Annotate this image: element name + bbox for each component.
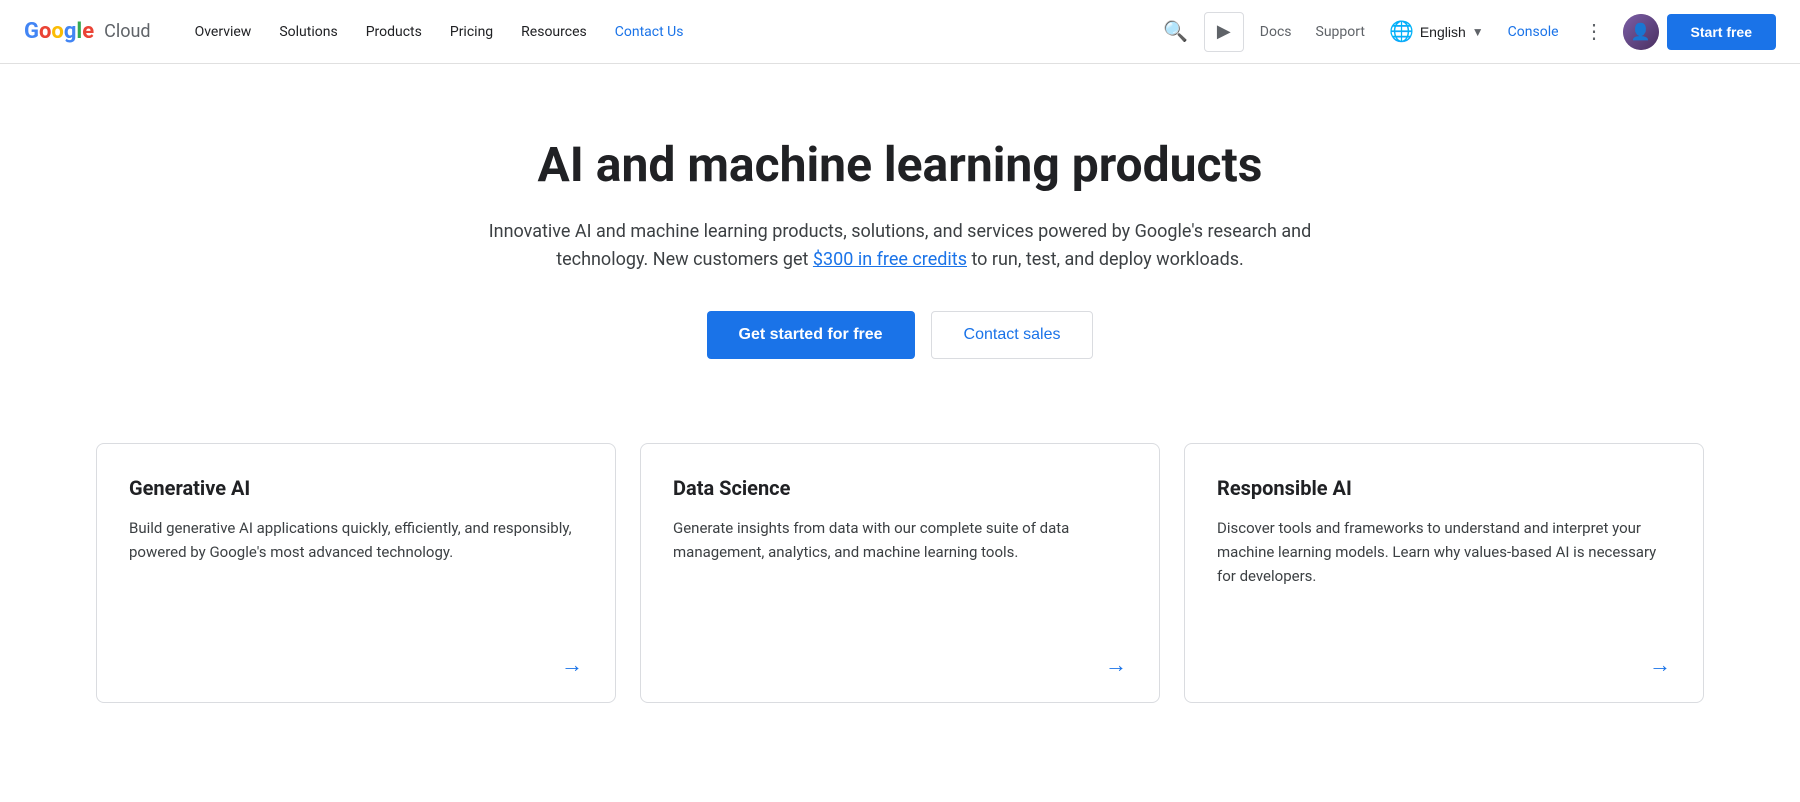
card-responsible-ai-desc: Discover tools and frameworks to underst… xyxy=(1217,516,1671,628)
hero-desc-after: to run, test, and deploy workloads. xyxy=(967,249,1244,270)
contact-sales-button[interactable]: Contact sales xyxy=(931,311,1094,359)
language-button[interactable]: 🌐 English ▼ xyxy=(1381,13,1492,50)
nav-contact-us[interactable]: Contact Us xyxy=(603,16,696,48)
cloud-shell-button[interactable]: ▶ xyxy=(1204,12,1244,52)
docs-link[interactable]: Docs xyxy=(1252,18,1300,46)
search-button[interactable]: 🔍 xyxy=(1156,12,1196,52)
chevron-down-icon: ▼ xyxy=(1472,25,1484,39)
logo[interactable]: G o o g l e Cloud xyxy=(24,19,151,44)
hero-section: AI and machine learning products Innovat… xyxy=(0,64,1800,419)
terminal-icon: ▶ xyxy=(1217,21,1231,42)
card-responsible-ai: Responsible AI Discover tools and framew… xyxy=(1184,443,1704,703)
nav-right: 🔍 ▶ Docs Support 🌐 English ▼ Console ⋮ 👤… xyxy=(1156,12,1776,52)
support-link[interactable]: Support xyxy=(1308,18,1373,46)
get-started-button[interactable]: Get started for free xyxy=(707,311,915,359)
console-link[interactable]: Console xyxy=(1500,18,1567,46)
navbar: G o o g l e Cloud Overview Solutions Pro… xyxy=(0,0,1800,64)
search-icon: 🔍 xyxy=(1163,19,1188,44)
card-responsible-ai-title: Responsible AI xyxy=(1217,476,1671,500)
card-generative-ai: Generative AI Build generative AI applic… xyxy=(96,443,616,703)
nav-links: Overview Solutions Products Pricing Reso… xyxy=(183,16,1156,48)
hero-buttons: Get started for free Contact sales xyxy=(474,311,1326,359)
avatar[interactable]: 👤 xyxy=(1623,14,1659,50)
card-generative-ai-desc: Build generative AI applications quickly… xyxy=(129,516,583,628)
card-data-science-arrow[interactable]: → xyxy=(673,652,1127,678)
card-data-science: Data Science Generate insights from data… xyxy=(640,443,1160,703)
more-options-button[interactable]: ⋮ xyxy=(1575,12,1615,52)
nav-solutions[interactable]: Solutions xyxy=(267,16,349,48)
card-data-science-title: Data Science xyxy=(673,476,1127,500)
nav-resources[interactable]: Resources xyxy=(509,16,599,48)
nav-products[interactable]: Products xyxy=(354,16,434,48)
card-generative-ai-title: Generative AI xyxy=(129,476,583,500)
card-generative-ai-arrow[interactable]: → xyxy=(129,652,583,678)
nav-pricing[interactable]: Pricing xyxy=(438,16,505,48)
globe-icon: 🌐 xyxy=(1389,19,1414,44)
free-credits-link[interactable]: $300 in free credits xyxy=(813,249,967,270)
logo-cloud-text: Cloud xyxy=(104,21,150,42)
card-data-science-desc: Generate insights from data with our com… xyxy=(673,516,1127,628)
hero-description: Innovative AI and machine learning produ… xyxy=(474,218,1326,276)
cards-section: Generative AI Build generative AI applic… xyxy=(0,419,1800,763)
start-free-button[interactable]: Start free xyxy=(1667,14,1776,50)
card-responsible-ai-arrow[interactable]: → xyxy=(1217,652,1671,678)
avatar-image: 👤 xyxy=(1623,14,1659,50)
nav-overview[interactable]: Overview xyxy=(183,16,264,48)
language-label: English xyxy=(1420,24,1466,40)
hero-title: AI and machine learning products xyxy=(474,136,1326,194)
